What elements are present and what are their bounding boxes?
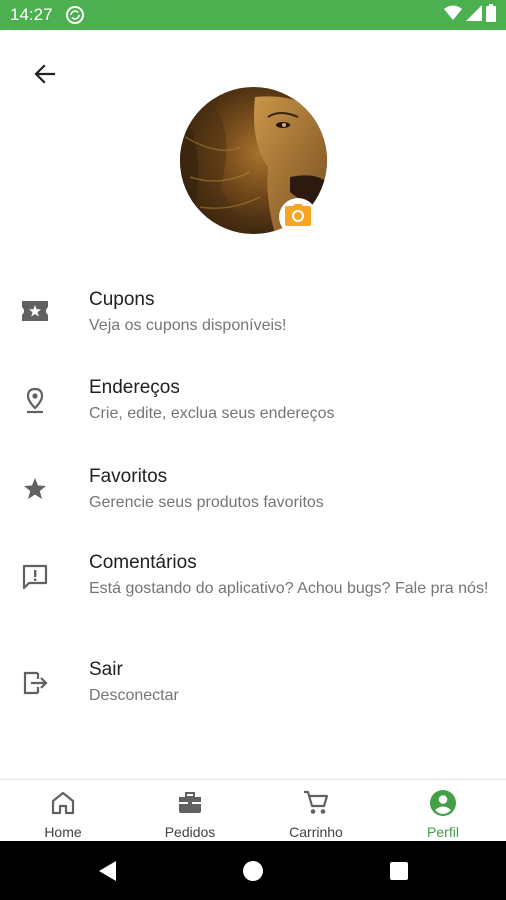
recents-square-icon[interactable] bbox=[386, 858, 412, 884]
nav-carrinho[interactable]: Carrinho bbox=[253, 780, 379, 842]
ticket-icon bbox=[21, 297, 49, 325]
sync-icon bbox=[66, 6, 84, 24]
menu-item-subtitle: Desconectar bbox=[89, 687, 179, 704]
menu-item-title: Favoritos bbox=[89, 466, 168, 487]
nav-label: Carrinho bbox=[289, 824, 343, 840]
feedback-icon bbox=[21, 563, 49, 591]
system-navigation-bar bbox=[0, 841, 506, 900]
nav-label: Home bbox=[44, 824, 82, 840]
menu-item-title: Cupons bbox=[89, 289, 155, 310]
home-circle-icon[interactable] bbox=[240, 858, 266, 884]
menu-item-title: Sair bbox=[89, 659, 123, 680]
nav-home[interactable]: Home bbox=[0, 780, 126, 842]
menu-item-subtitle: Gerencie seus produtos favoritos bbox=[89, 494, 324, 511]
bottom-navigation: Home Pedidos Carrinho Perfil bbox=[0, 779, 506, 842]
menu-item-subtitle: Está gostando do aplicativo? Achou bugs?… bbox=[89, 580, 489, 597]
menu-item-comentarios[interactable]: Comentários Está gostando do aplicativo?… bbox=[0, 533, 506, 628]
profile-icon bbox=[429, 789, 457, 817]
menu-item-subtitle: Crie, edite, exclua seus endereços bbox=[89, 405, 335, 422]
home-icon bbox=[49, 789, 77, 817]
nav-label: Pedidos bbox=[164, 824, 216, 840]
menu-item-title: Comentários bbox=[89, 552, 197, 573]
logout-icon bbox=[21, 669, 49, 697]
cart-icon bbox=[302, 789, 330, 817]
menu-item-title: Endereços bbox=[89, 377, 180, 398]
orders-icon bbox=[176, 789, 204, 817]
menu-item-sair[interactable]: Sair Desconectar bbox=[0, 640, 506, 720]
nav-label: Perfil bbox=[427, 824, 459, 840]
menu-item-subtitle: Veja os cupons disponíveis! bbox=[89, 317, 287, 334]
menu-item-enderecos[interactable]: Endereços Crie, edite, exclua seus ender… bbox=[0, 358, 506, 438]
wifi-icon bbox=[444, 5, 462, 26]
battery-icon bbox=[486, 3, 496, 27]
camera-icon bbox=[285, 203, 311, 231]
menu-item-favoritos[interactable]: Favoritos Gerencie seus produtos favorit… bbox=[0, 447, 506, 527]
location-pin-icon bbox=[21, 387, 49, 415]
signal-icon bbox=[466, 4, 482, 26]
arrow-back-icon bbox=[34, 63, 56, 90]
status-icons bbox=[444, 3, 496, 27]
status-time: 14:27 bbox=[10, 5, 53, 24]
menu-item-cupons[interactable]: Cupons Veja os cupons disponíveis! bbox=[0, 270, 506, 350]
status-bar: 14:27 bbox=[0, 0, 506, 30]
change-photo-button[interactable] bbox=[279, 198, 317, 236]
star-icon bbox=[21, 475, 49, 503]
nav-perfil[interactable]: Perfil bbox=[380, 780, 506, 842]
back-triangle-icon[interactable] bbox=[94, 858, 120, 884]
back-button[interactable] bbox=[27, 58, 63, 94]
nav-pedidos[interactable]: Pedidos bbox=[127, 780, 253, 842]
